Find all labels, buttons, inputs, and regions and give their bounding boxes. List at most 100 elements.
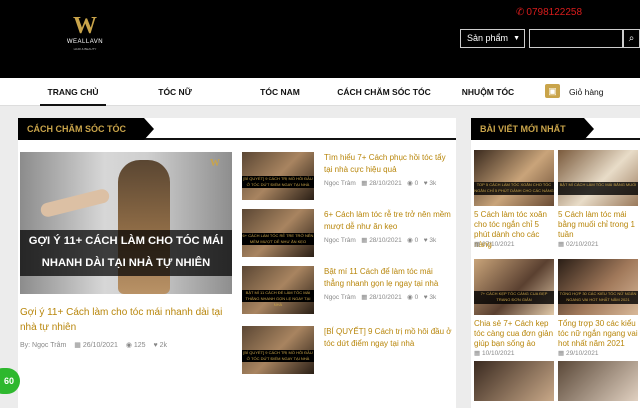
thumbnail-caption: TOP 5 CÁCH LÀM TÓC XOĂN CHO TÓC NGẮN CHỈ… bbox=[474, 182, 554, 195]
eye-icon: ◉ bbox=[125, 342, 132, 349]
post-title[interactable]: Tìm hiểu 7+ Cách phục hồi tóc tẩy tại nh… bbox=[324, 152, 454, 176]
hair-care-section: CÁCH CHĂM SÓC TÓC W GỢI Ý 11+ CÁCH LÀM C… bbox=[18, 118, 456, 408]
floating-badge[interactable]: 60 bbox=[0, 368, 20, 394]
cart-label[interactable]: Giỏ hàng bbox=[569, 78, 604, 106]
section-header: BÀI VIẾT MỚI NHẤT bbox=[471, 118, 640, 140]
hotline-number: 0798122258 bbox=[526, 7, 583, 18]
post-likes: 3k bbox=[429, 180, 437, 187]
calendar-icon: ▦ bbox=[361, 237, 368, 244]
post-meta: Ngọc Trâm ▦ 28/10/2021 ◉ 0 ♥ 3k bbox=[324, 179, 436, 187]
calendar-icon: ▦ bbox=[558, 241, 565, 248]
search-button[interactable]: ⌕ bbox=[623, 29, 640, 48]
hotline[interactable]: ✆ 0798122258 bbox=[516, 7, 582, 18]
heart-icon: ♥ bbox=[153, 342, 158, 349]
section-title[interactable]: CÁCH CHĂM SÓC TÓC bbox=[18, 118, 154, 140]
post-thumbnail[interactable]: [BÍ QUYẾT] 9 CÁCH TRỊ MỒ HÔI ĐẦU Ở TÓC D… bbox=[242, 152, 314, 200]
heart-icon: ♥ bbox=[423, 180, 428, 187]
post-date: 28/10/2021 bbox=[369, 237, 402, 244]
post-title[interactable]: Chia sẻ 7+ Cách kẹp tóc càng cua đơn giả… bbox=[474, 319, 556, 349]
header-bar: W WEALLAVN HAIR & BEAUTY ✆ 0798122258 Sản… bbox=[0, 0, 640, 78]
post-date: ▦ 02/10/2021 bbox=[558, 241, 599, 248]
list-item[interactable]: 6+ CÁCH LÀM TÓC RỄ TRE TRỞ NÊN MỀM MƯỢT … bbox=[242, 209, 452, 265]
hand-illustration bbox=[39, 187, 111, 219]
nav-item-home[interactable]: TRANG CHỦ bbox=[40, 78, 106, 106]
featured-image[interactable]: W GỢI Ý 11+ CÁCH LÀM CHO TÓC MÁI NHANH D… bbox=[20, 152, 232, 294]
calendar-icon: ▦ bbox=[361, 294, 368, 301]
list-item[interactable]: TOP 5 CÁCH LÀM TÓC XOĂN CHO TÓC NGẮN CHỈ… bbox=[474, 150, 554, 250]
section-header: CÁCH CHĂM SÓC TÓC bbox=[18, 118, 456, 140]
search-icon: ⌕ bbox=[628, 33, 635, 44]
calendar-icon: ▦ bbox=[558, 350, 565, 357]
post-likes: 3k bbox=[429, 237, 437, 244]
list-item[interactable]: BẬT MÍ CÁCH LÀM TÓC MÁI BẰNG MUỐI 5 Cách… bbox=[558, 150, 638, 250]
calendar-icon: ▦ bbox=[474, 241, 481, 248]
category-select-value: Sản phẩm bbox=[467, 33, 509, 43]
post-date: ▦ 10/10/2021 bbox=[474, 350, 515, 357]
list-item[interactable]: [BÍ QUYẾT] 9 CÁCH TRỊ MỒ HÔI ĐẦU Ở TÓC D… bbox=[242, 326, 452, 382]
post-date: ▦ 29/10/2021 bbox=[558, 350, 599, 357]
featured-meta: By: Ngọc Trâm ▦ 26/10/2021 ◉ 125 ♥ 2k bbox=[20, 341, 173, 349]
post-title[interactable]: Tổng trợp 30 các kiểu tóc nữ ngắn ngang … bbox=[558, 319, 640, 349]
main-nav: TRANG CHỦ TÓC NỮ TÓC NAM CÁCH CHĂM SÓC T… bbox=[0, 78, 640, 106]
cart-icon[interactable]: ▣ bbox=[545, 84, 560, 98]
section-title[interactable]: BÀI VIẾT MỚI NHẤT bbox=[471, 118, 594, 140]
post-date: 28/10/2021 bbox=[369, 294, 402, 301]
eye-icon: ◉ bbox=[407, 180, 413, 187]
category-select[interactable]: Sản phẩm ▼ bbox=[460, 29, 525, 48]
heart-icon: ♥ bbox=[423, 294, 428, 301]
thumbnail-caption: TỔNG HỢP 30 CÁC KIỂU TÓC NỮ NGẮN NGANG V… bbox=[558, 291, 638, 304]
post-author: Ngọc Trâm bbox=[324, 294, 356, 301]
list-item[interactable]: BẬT MÍ 11 CÁCH ĐỂ LÀM TÓC MÁI THẲNG NHAN… bbox=[242, 266, 452, 322]
post-thumbnail[interactable]: TỔNG HỢP 30 CÁC KIỂU TÓC NỮ NGẮN NGANG V… bbox=[558, 259, 638, 315]
logo-mark-icon: W bbox=[73, 13, 97, 39]
post-thumbnail[interactable]: 7+ CÁCH KẸP TÓC CÀNG CUA ĐẸP TRANG ĐƠN G… bbox=[474, 259, 554, 315]
calendar-icon: ▦ bbox=[74, 342, 81, 349]
post-thumbnail[interactable]: 6+ CÁCH LÀM TÓC RỄ TRE TRỞ NÊN MỀM MƯỢT … bbox=[242, 209, 314, 257]
post-views: 0 bbox=[414, 180, 419, 187]
post-title[interactable]: 5 Cách làm tóc mái bằng muối chỉ trong 1… bbox=[558, 210, 640, 240]
site-logo[interactable]: W WEALLAVN HAIR & BEAUTY bbox=[58, 14, 112, 54]
post-title[interactable]: 6+ Cách làm tóc rễ tre trở nên mềm mượt … bbox=[324, 209, 454, 233]
post-thumbnail[interactable]: BẬT MÍ 11 CÁCH ĐỂ LÀM TÓC MÁI THẲNG NHAN… bbox=[242, 266, 314, 314]
post-date: 28/10/2021 bbox=[369, 180, 402, 187]
thumbnail-caption: 7+ CÁCH KẸP TÓC CÀNG CUA ĐẸP TRANG ĐƠN G… bbox=[474, 291, 554, 304]
nav-item-men-hair[interactable]: TÓC NAM bbox=[254, 78, 306, 106]
post-thumbnail[interactable] bbox=[558, 361, 638, 401]
latest-posts-section: BÀI VIẾT MỚI NHẤT TOP 5 CÁCH LÀM TÓC XOĂ… bbox=[471, 118, 640, 408]
featured-caption: GỢI Ý 11+ CÁCH LÀM CHO TÓC MÁI NHANH DÀI… bbox=[20, 230, 232, 276]
thumbnail-caption: [BÍ QUYẾT] 9 CÁCH TRỊ MỒ HÔI ĐẦU Ở TÓC D… bbox=[242, 176, 314, 188]
featured-views: 125 bbox=[133, 342, 146, 349]
post-views: 0 bbox=[414, 237, 419, 244]
featured-likes: 2k bbox=[159, 342, 168, 349]
post-likes: 3k bbox=[429, 294, 437, 301]
chevron-down-icon: ▼ bbox=[513, 35, 520, 42]
list-item[interactable]: [BÍ QUYẾT] 9 CÁCH TRỊ MỒ HÔI ĐẦU Ở TÓC D… bbox=[242, 152, 452, 208]
featured-author: By: Ngọc Trâm bbox=[20, 342, 67, 349]
thumbnail-caption: BẬT MÍ 11 CÁCH ĐỂ LÀM TÓC MÁI THẲNG NHAN… bbox=[242, 290, 314, 307]
list-item[interactable]: TỔNG HỢP 30 CÁC KIỂU TÓC NỮ NGẮN NGANG V… bbox=[558, 259, 638, 359]
post-thumbnail[interactable]: BẬT MÍ CÁCH LÀM TÓC MÁI BẰNG MUỐI bbox=[558, 150, 638, 206]
nav-item-women-hair[interactable]: TÓC NỮ bbox=[150, 78, 200, 106]
post-title[interactable]: [BÍ QUYẾT] 9 Cách trị mồ hôi đầu ở tóc d… bbox=[324, 326, 454, 350]
logo-name: WEALLAVN bbox=[66, 39, 104, 45]
thumbnail-caption: 6+ CÁCH LÀM TÓC RỄ TRE TRỞ NÊN MỀM MƯỢT … bbox=[242, 233, 314, 245]
heart-icon: ♥ bbox=[423, 237, 428, 244]
post-meta: Ngọc Trâm ▦ 28/10/2021 ◉ 0 ♥ 3k bbox=[324, 293, 436, 301]
search-input[interactable] bbox=[529, 29, 623, 48]
nav-item-hair-care[interactable]: CÁCH CHĂM SÓC TÓC bbox=[334, 78, 434, 106]
post-meta: Ngọc Trâm ▦ 28/10/2021 ◉ 0 ♥ 3k bbox=[324, 236, 436, 244]
post-author: Ngọc Trâm bbox=[324, 180, 356, 187]
featured-caption-line1: GỢI Ý 11+ CÁCH LÀM CHO TÓC MÁI bbox=[28, 235, 224, 247]
calendar-icon: ▦ bbox=[474, 350, 481, 357]
eye-icon: ◉ bbox=[407, 237, 413, 244]
post-thumbnail[interactable]: [BÍ QUYẾT] 9 CÁCH TRỊ MỒ HÔI ĐẦU Ở TÓC D… bbox=[242, 326, 314, 374]
post-author: Ngọc Trâm bbox=[324, 237, 356, 244]
post-title[interactable]: Bật mí 11 Cách để làm tóc mái thẳng nhan… bbox=[324, 266, 454, 290]
nav-item-hair-dye[interactable]: NHUỘM TÓC bbox=[458, 78, 518, 106]
list-item[interactable]: 7+ CÁCH KẸP TÓC CÀNG CUA ĐẸP TRANG ĐƠN G… bbox=[474, 259, 554, 359]
featured-caption-line2: NHANH DÀI TẠI NHÀ TỰ NHIÊN bbox=[41, 257, 211, 269]
featured-title[interactable]: Gợi ý 11+ Cách làm cho tóc mái nhanh dài… bbox=[20, 305, 236, 335]
thumbnail-caption: BẬT MÍ CÁCH LÀM TÓC MÁI BẰNG MUỐI bbox=[558, 182, 638, 195]
post-thumbnail[interactable]: TOP 5 CÁCH LÀM TÓC XOĂN CHO TÓC NGẮN CHỈ… bbox=[474, 150, 554, 206]
post-thumbnail[interactable] bbox=[474, 361, 554, 401]
